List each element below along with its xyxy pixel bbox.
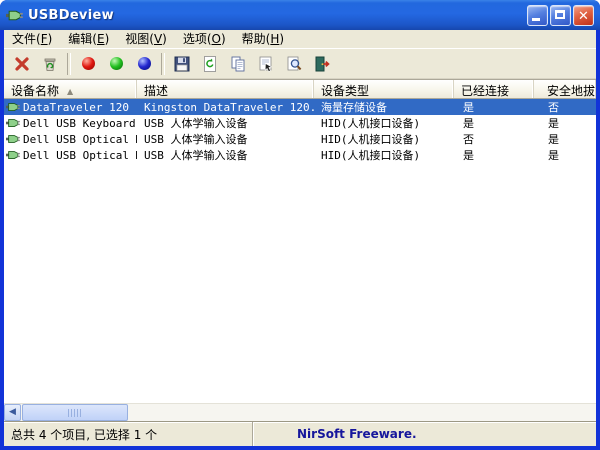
scrollbar-track[interactable] — [128, 404, 596, 421]
table-row[interactable]: Dell USB Optical M... USB 人体学输入设备 HID(人机… — [4, 131, 596, 147]
minimize-button[interactable] — [527, 5, 548, 26]
properties-icon — [257, 55, 275, 73]
menu-file[interactable]: 文件(F) — [4, 29, 60, 49]
close-icon: ✕ — [574, 7, 593, 26]
table-row[interactable]: DataTraveler 120 Kingston DataTraveler 1… — [4, 99, 596, 115]
scrollbar-thumb[interactable] — [22, 404, 128, 421]
usb-device-icon — [6, 132, 20, 146]
save-button[interactable] — [168, 51, 196, 77]
usb-plug-icon — [6, 7, 23, 24]
table-row[interactable]: Dell USB Optical M... USB 人体学输入设备 HID(人机… — [4, 147, 596, 163]
column-header-device-name[interactable]: 设备名称▲ — [4, 80, 137, 98]
list-empty-area — [4, 163, 596, 403]
window-bottom-border — [0, 446, 600, 450]
usb-device-icon — [6, 148, 20, 162]
find-icon — [285, 55, 303, 73]
copy-icon — [229, 55, 247, 73]
exit-button[interactable] — [308, 51, 336, 77]
close-button[interactable]: ✕ — [573, 5, 594, 26]
menu-help[interactable]: 帮助(H) — [234, 29, 292, 49]
menu-options[interactable]: 选项(O) — [175, 29, 234, 49]
device-list: 设备名称▲ 描述 设备类型 已经连接 安全地拔出 DataTraveler 12… — [4, 79, 596, 421]
column-header-description[interactable]: 描述 — [137, 80, 314, 98]
enable-device-button[interactable] — [102, 51, 130, 77]
toolbar-separator — [67, 53, 71, 75]
list-header: 设备名称▲ 描述 设备类型 已经连接 安全地拔出 — [4, 80, 596, 99]
status-brand: NirSoft Freeware. — [253, 427, 417, 441]
table-row[interactable]: Dell USB Keyboard USB 人体学输入设备 HID(人机接口设备… — [4, 115, 596, 131]
menu-bar: 文件(F) 编辑(E) 视图(V) 选项(O) 帮助(H) — [4, 30, 596, 49]
recycle-bin-icon — [41, 55, 59, 73]
exit-door-icon — [313, 55, 331, 73]
column-header-device-type[interactable]: 设备类型 — [314, 80, 454, 98]
save-floppy-icon — [173, 55, 191, 73]
horizontal-scrollbar: ◀ — [4, 403, 596, 421]
column-header-connected[interactable]: 已经连接 — [454, 80, 534, 98]
usb-device-icon — [6, 116, 20, 130]
column-header-safe-to-unplug[interactable]: 安全地拔出 — [534, 80, 596, 98]
window-title: USBDeview — [28, 8, 525, 23]
menu-view[interactable]: 视图(V) — [117, 29, 175, 49]
usbdeview-window: USBDeview ✕ 文件(F) 编辑(E) 视图(V) 选项(O) 帮助(H… — [0, 0, 600, 450]
disable-device-button[interactable] — [74, 51, 102, 77]
uninstall-device-button[interactable] — [8, 51, 36, 77]
copy-button[interactable] — [224, 51, 252, 77]
toolbar-separator — [161, 53, 165, 75]
toolbar — [4, 49, 596, 79]
scrollbar-grip-icon — [68, 409, 82, 417]
refresh-button[interactable] — [196, 51, 224, 77]
status-item-count: 总共 4 个项目, 已选择 1 个 — [4, 422, 253, 446]
refresh-icon — [201, 55, 219, 73]
menu-edit[interactable]: 编辑(E) — [60, 29, 117, 49]
minimize-icon — [532, 18, 540, 21]
sort-ascending-icon: ▲ — [67, 87, 73, 96]
maximize-button[interactable] — [550, 5, 571, 26]
usb-device-icon — [6, 100, 20, 114]
recycle-bin-button[interactable] — [36, 51, 64, 77]
blue-ball-icon — [138, 57, 151, 70]
scroll-left-button[interactable]: ◀ — [4, 404, 21, 421]
restart-device-button[interactable] — [130, 51, 158, 77]
find-button[interactable] — [280, 51, 308, 77]
uninstall-x-icon — [13, 55, 31, 73]
green-ball-icon — [110, 57, 123, 70]
properties-button[interactable] — [252, 51, 280, 77]
red-ball-icon — [82, 57, 95, 70]
maximize-icon — [555, 10, 565, 19]
title-bar: USBDeview ✕ — [0, 0, 600, 30]
status-bar: 总共 4 个项目, 已选择 1 个 NirSoft Freeware. — [4, 421, 596, 446]
